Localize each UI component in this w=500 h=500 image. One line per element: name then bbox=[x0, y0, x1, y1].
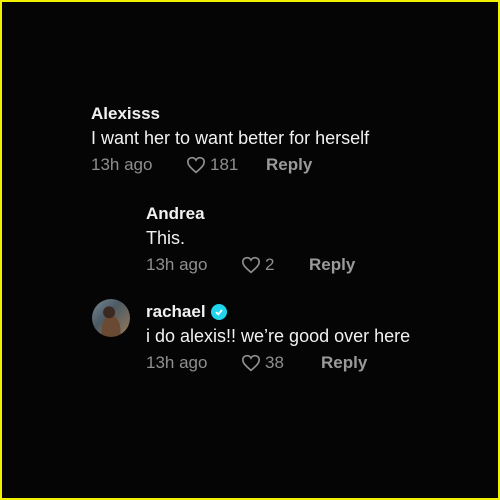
comment-author[interactable]: rachael bbox=[146, 302, 410, 322]
verified-badge-icon bbox=[210, 304, 227, 320]
comment-text: i do alexis!! we’re good over here bbox=[146, 326, 411, 346]
like-count: 181 bbox=[210, 155, 239, 174]
heart-icon bbox=[186, 156, 206, 174]
like-count: 38 bbox=[265, 353, 284, 372]
comment-text: This. bbox=[146, 228, 186, 248]
avatar[interactable] bbox=[92, 299, 130, 337]
comment-time: 13h ago bbox=[146, 353, 208, 372]
reply-button[interactable]: Reply bbox=[309, 255, 355, 275]
comment-rachael: rachael i do alexis!! we’re good over he… bbox=[146, 302, 410, 373]
like-button[interactable]: 181 bbox=[186, 155, 266, 175]
comment-time: 13h ago bbox=[91, 155, 153, 174]
reply-button[interactable]: Reply bbox=[321, 353, 367, 373]
like-button[interactable]: 38 bbox=[241, 353, 321, 373]
comment-author[interactable]: Alexisss bbox=[91, 104, 369, 124]
like-count: 2 bbox=[265, 255, 275, 274]
heart-icon bbox=[241, 256, 261, 274]
comment-text: I want her to want better for herself bbox=[91, 128, 370, 148]
comment-author[interactable]: Andrea bbox=[146, 204, 355, 224]
like-button[interactable]: 2 bbox=[241, 255, 309, 275]
comment-andrea: Andrea This. 13h ago 2 Reply bbox=[146, 204, 355, 275]
comment-time: 13h ago bbox=[146, 255, 208, 274]
heart-icon bbox=[241, 354, 261, 372]
comment-alexisss: Alexisss I want her to want better for h… bbox=[91, 104, 369, 175]
reply-button[interactable]: Reply bbox=[266, 155, 312, 175]
